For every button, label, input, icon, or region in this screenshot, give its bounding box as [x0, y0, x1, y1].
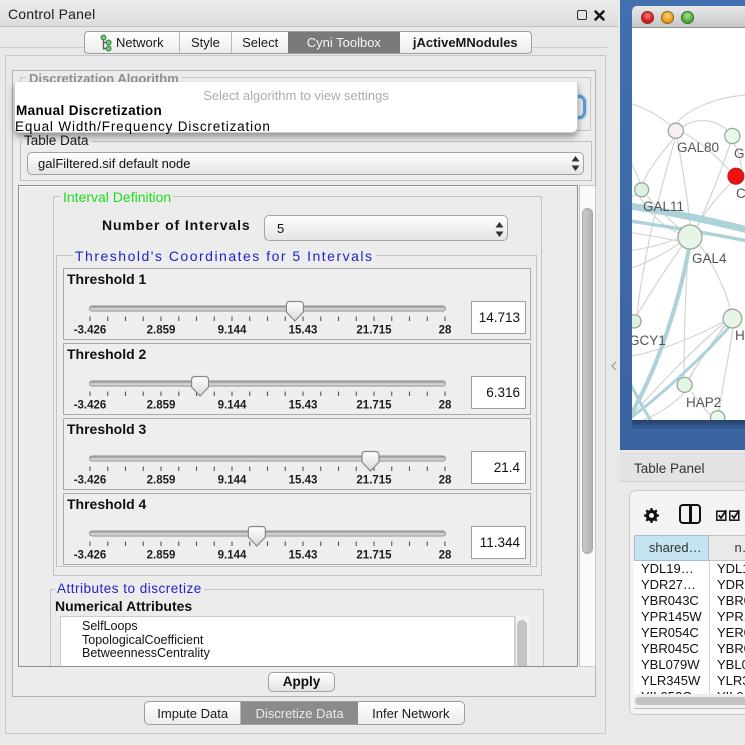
- svg-text:2.859: 2.859: [147, 324, 176, 336]
- svg-text:28: 28: [439, 324, 452, 336]
- svg-text:2.859: 2.859: [147, 474, 176, 486]
- svg-text:21.715: 21.715: [356, 549, 392, 561]
- svg-text:H: H: [735, 328, 745, 343]
- svg-text:15.43: 15.43: [289, 474, 318, 486]
- svg-text:GCY1: GCY1: [632, 333, 666, 348]
- svg-text:9.144: 9.144: [218, 474, 247, 486]
- svg-text:15.43: 15.43: [289, 549, 318, 561]
- svg-text:2.859: 2.859: [147, 399, 176, 411]
- svg-text:G.: G.: [734, 146, 745, 161]
- svg-text:GAL4: GAL4: [692, 251, 727, 266]
- svg-text:28: 28: [439, 549, 452, 561]
- svg-text:GAL11: GAL11: [643, 199, 684, 214]
- svg-text:C: C: [736, 186, 745, 201]
- svg-text:-3.426: -3.426: [74, 549, 107, 561]
- svg-text:21.715: 21.715: [356, 399, 392, 411]
- svg-text:HAP2: HAP2: [686, 395, 721, 410]
- svg-text:-3.426: -3.426: [74, 399, 107, 411]
- svg-text:15.43: 15.43: [289, 399, 318, 411]
- svg-text:GAL80: GAL80: [677, 140, 719, 155]
- svg-text:9.144: 9.144: [218, 399, 247, 411]
- svg-text:28: 28: [439, 399, 452, 411]
- svg-text:21.715: 21.715: [356, 324, 392, 336]
- svg-text:9.144: 9.144: [218, 549, 247, 561]
- svg-text:-3.426: -3.426: [74, 474, 107, 486]
- svg-text:2.859: 2.859: [147, 549, 176, 561]
- svg-text:15.43: 15.43: [289, 324, 318, 336]
- svg-text:-3.426: -3.426: [74, 324, 107, 336]
- svg-text:21.715: 21.715: [356, 474, 392, 486]
- svg-text:28: 28: [439, 474, 452, 486]
- svg-text:9.144: 9.144: [218, 324, 247, 336]
